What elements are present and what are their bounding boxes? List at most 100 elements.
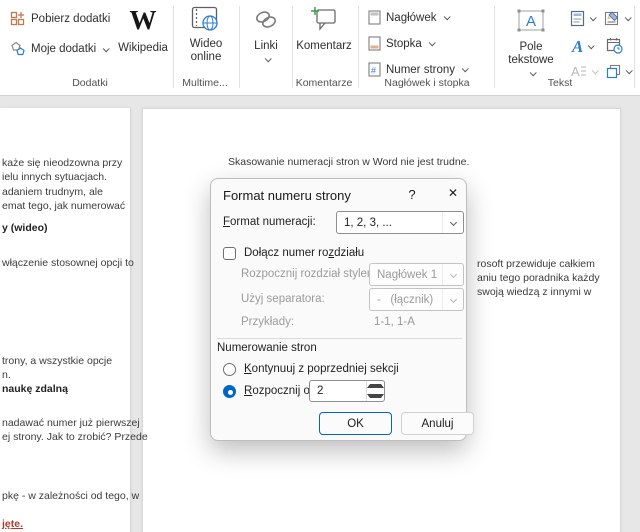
group-label-dodatki: Dodatki [30,77,150,89]
footer-icon [368,36,381,51]
comment-icon [310,6,338,32]
include-chapter-label: Dołącz numer rozdziału [244,247,364,259]
wikipedia-button[interactable]: W Wikipedia [108,6,178,55]
wikipedia-icon: W [130,5,157,35]
examples-label: Przykłady: [241,316,294,328]
cancel-button[interactable]: Anuluj [401,412,474,435]
get-addins-button[interactable]: Pobierz dodatki [10,11,110,27]
my-addins-icon [10,41,26,57]
date-time-button[interactable] [606,37,623,54]
header-label: Nagłówek [386,12,437,24]
number-format-label: Format numeracji: [223,216,316,228]
chevron-down-icon [590,14,597,21]
date-time-icon [606,37,623,54]
separator-dropdown: - (łącznik) [369,288,464,311]
group-divider [292,6,293,88]
continue-from-previous-radio[interactable] [223,363,236,376]
svg-text:A: A [571,64,580,78]
section-divider [217,338,462,339]
wikipedia-label: Wikipedia [108,42,178,55]
footer-button[interactable]: Stopka [368,36,434,51]
doc-text-line: nadawać numer już pierwszej [2,417,140,429]
chapter-style-value: Nagłówek 1 [377,269,437,281]
separator-label: Użyj separatora: [241,293,325,305]
chevron-down-icon [529,69,536,76]
doc-text-line: pkę - w zależności od tego, w [2,490,139,502]
text-box-label-2: tekstowe [500,54,562,67]
close-icon[interactable]: ✕ [444,186,462,204]
page-number-button[interactable]: # Numer strony [368,62,467,77]
doc-text-line: rosoft przewiduje całkiem [477,258,595,270]
doc-link-fragment[interactable]: jęte. [2,518,23,530]
comment-button[interactable]: Komentarz [296,6,352,53]
doc-text-line: trony, a wszystkie opcje [2,355,112,367]
page-numbering-section-label: Numerowanie stron [217,342,317,354]
wordart-icon: A [572,38,583,55]
start-at-radio[interactable] [223,385,236,398]
chevron-down-icon [442,264,463,285]
online-video-icon [191,6,221,32]
doc-text-line: ej strony. Jak to zrobić? Przede [2,431,148,443]
chevron-down-icon [443,13,450,20]
chevron-down-icon [264,55,271,62]
signature-line-button[interactable] [604,10,630,27]
doc-text-line: swoją wiedzą z innymi w [477,286,591,298]
doc-caption: Skasowanie numeracji stron w Word nie je… [228,156,469,168]
number-format-value: 1, 2, 3, ... [344,217,392,229]
doc-text-line: ielu innych sytuacjach. [2,171,107,183]
doc-text-line: emat tego, jak numerować [2,200,125,212]
continue-from-previous-label: Kontynuuj z poprzedniej sekcji [244,363,399,375]
page-number-label: Numer strony [386,64,455,76]
group-label-naglowek-stopka: Nagłówek i stopka [368,77,486,89]
drop-cap-button[interactable]: A [570,64,597,78]
doc-text-line: każe się nieodzowna przy [2,157,122,169]
doc-text-line: n. [2,369,11,381]
dialog-title: Format numeru strony [223,188,351,203]
spinner-up-button[interactable] [367,381,384,391]
group-divider [239,6,240,88]
chevron-down-icon [442,289,463,310]
drop-cap-icon: A [570,64,587,78]
doc-text-line: adaniem trudnym, ale [2,186,103,198]
links-chain-icon [253,8,279,32]
number-format-dropdown[interactable]: 1, 2, 3, ... [336,211,464,234]
group-label-multimedia: Multime... [175,77,235,89]
object-icon [606,64,621,79]
my-addins-button[interactable]: Moje dodatki [10,41,108,57]
object-button[interactable] [606,64,631,79]
ok-button[interactable]: OK [319,412,392,435]
doc-text-line: aniu tego poradnika każdy [477,272,600,284]
wordart-button[interactable]: A [572,38,593,55]
text-box-icon: A [515,8,547,34]
footer-label: Stopka [386,38,422,50]
chevron-down-icon [625,14,632,21]
ribbon: Pobierz dodatki Moje dodatki Dodatki W W… [0,0,640,96]
chapter-style-dropdown: Nagłówek 1 [369,263,464,286]
text-box-button[interactable]: A Pole tekstowe [500,8,562,79]
include-chapter-checkbox[interactable] [223,247,236,260]
online-video-label-1: Wideo [180,38,232,51]
start-at-spinner[interactable]: 2 [309,380,385,402]
chevron-down-icon [462,65,469,72]
header-icon [368,10,381,25]
chevron-down-icon [428,39,435,46]
online-video-label-2: online [180,51,232,64]
links-button[interactable]: Linki [244,8,288,65]
doc-text-line: naukę zdalną [2,383,68,395]
doc-text-line: y (wideo) [2,222,48,234]
online-video-button[interactable]: Wideo online [180,6,232,64]
chevron-down-icon [588,42,595,49]
spinner-down-button[interactable] [367,391,384,401]
chevron-down-icon [592,67,599,74]
group-divider [358,6,359,88]
addins-grid-icon [10,11,26,27]
group-divider [494,6,495,88]
group-divider [173,6,174,88]
chevron-down-icon [626,67,633,74]
comment-label: Komentarz [296,40,352,53]
start-at-value: 2 [310,381,366,401]
page-number-icon: # [368,62,381,77]
quick-parts-button[interactable] [570,10,595,27]
help-button[interactable]: ? [404,187,420,203]
header-button[interactable]: Nagłówek [368,10,449,25]
